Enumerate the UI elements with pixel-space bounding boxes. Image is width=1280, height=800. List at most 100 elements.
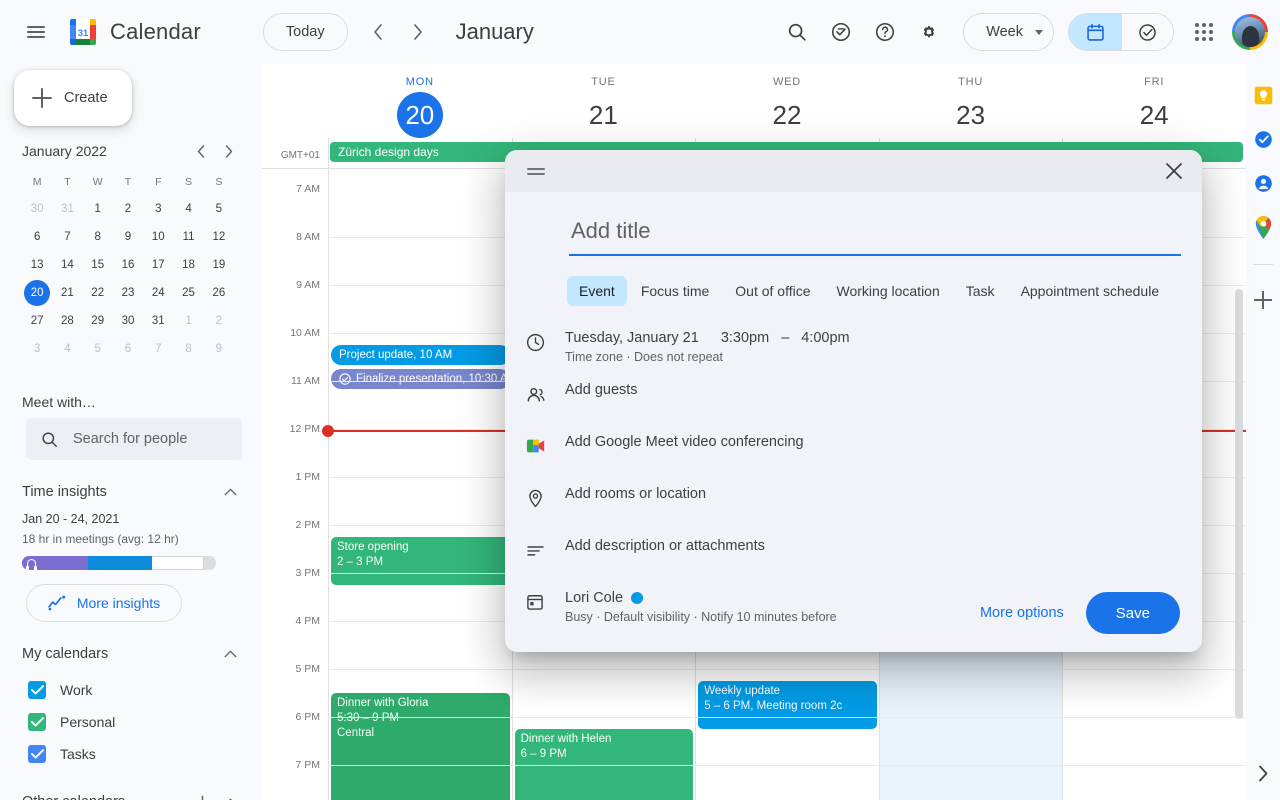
calendar-event[interactable]: Project update, 10 AM [331,345,510,365]
tasks-view-toggle[interactable] [1121,14,1173,50]
calendar-event[interactable]: Store opening2 – 3 PM [331,537,510,585]
mini-calendar-day[interactable]: 4 [54,336,80,362]
mini-calendar-day[interactable]: 30 [24,196,50,222]
time-insights-header[interactable]: Time insights [0,472,262,512]
calendar-vertical-scrollbar[interactable] [1235,289,1243,719]
mini-calendar-day[interactable]: 9 [206,336,232,362]
event-type-tab-out-of-office[interactable]: Out of office [723,276,822,306]
mini-calendar-day[interactable]: 28 [54,308,80,334]
my-calendars-collapse-button[interactable] [218,642,242,666]
mini-calendar-day[interactable]: 7 [145,336,171,362]
add-guests-label[interactable]: Add guests [565,382,1180,398]
mini-calendar-day[interactable]: 3 [145,196,171,222]
event-date[interactable]: Tuesday, January 21 [565,330,699,346]
mini-calendar-day[interactable]: 21 [54,280,80,306]
add-other-calendar-button[interactable] [190,790,214,800]
mini-calendar-day[interactable]: 24 [145,280,171,306]
search-button[interactable] [777,12,817,52]
add-location-row[interactable]: Add rooms or location [569,486,1180,530]
event-type-tab-working-location[interactable]: Working location [825,276,952,306]
create-button[interactable]: Create [14,70,132,126]
calendar-list-item[interactable]: Work [0,674,262,706]
mini-calendar-day[interactable]: 25 [176,280,202,306]
drag-handle-icon[interactable] [527,165,545,178]
event-end-time[interactable]: 4:00pm [801,330,849,346]
mini-calendar-day[interactable]: 1 [176,308,202,334]
event-datetime-row[interactable]: Tuesday, January 21 3:30pm – 4:00pm Time… [569,330,1180,374]
google-contacts-icon[interactable] [1252,172,1274,194]
settings-button[interactable] [909,12,949,52]
avatar[interactable] [1232,14,1268,50]
calendar-event[interactable]: Dinner with Gloria5:30 – 9 PMCentral [331,693,510,800]
mini-calendar-day[interactable]: 12 [206,224,232,250]
event-owner-name[interactable]: Lori Cole [565,590,623,606]
mini-calendar-day[interactable]: 2 [115,196,141,222]
mini-calendar-day[interactable]: 31 [145,308,171,334]
calendar-list-item[interactable]: Personal [0,706,262,738]
day-number[interactable]: 24 [1131,92,1177,138]
google-maps-icon[interactable] [1252,216,1274,238]
mini-calendar-day[interactable]: 9 [115,224,141,250]
mini-calendar-day[interactable]: 13 [24,252,50,278]
today-button[interactable]: Today [263,13,348,51]
mini-calendar-day[interactable]: 5 [85,336,111,362]
save-button[interactable]: Save [1086,592,1180,634]
mini-calendar-day[interactable]: 6 [24,224,50,250]
mini-calendar-day[interactable]: 5 [206,196,232,222]
add-guests-row[interactable]: Add guests [569,382,1180,426]
dialog-drag-bar[interactable] [505,150,1202,192]
mini-calendar-day[interactable]: 17 [145,252,171,278]
calendar-checkbox[interactable] [28,681,46,699]
event-title-input[interactable] [569,214,1181,256]
main-menu-icon[interactable] [16,12,56,52]
mini-calendar-day[interactable]: 18 [176,252,202,278]
day-number[interactable]: 22 [764,92,810,138]
calendar-event[interactable]: Finalize presentation, 10:30 AM [331,369,510,389]
my-calendars-header[interactable]: My calendars [0,634,262,674]
mini-calendar-day[interactable]: 20 [24,280,50,306]
mini-calendar-day[interactable]: 14 [54,252,80,278]
expand-side-panel-button[interactable] [1258,765,1269,786]
day-column-mon[interactable]: Project update, 10 AM Finalize presentati… [328,169,512,800]
add-description-label[interactable]: Add description or attachments [565,538,1180,554]
mini-calendar-day[interactable]: 15 [85,252,111,278]
day-header-mon[interactable]: MON20 [328,64,512,138]
mini-calendar-day[interactable]: 29 [85,308,111,334]
support-button[interactable] [821,12,861,52]
add-app-button[interactable] [1254,291,1272,309]
mini-calendar-day[interactable]: 31 [54,196,80,222]
event-timezone-repeat[interactable]: Time zone · Does not repeat [565,350,1180,364]
more-insights-button[interactable]: More insights [26,584,182,622]
event-start-time[interactable]: 3:30pm [721,330,769,346]
google-apps-button[interactable] [1184,12,1224,52]
add-location-label[interactable]: Add rooms or location [565,486,1180,502]
time-insights-collapse-button[interactable] [218,480,242,504]
day-header-wed[interactable]: WED22 [695,64,879,138]
calendar-list-item[interactable]: Tasks [0,738,262,770]
mini-calendar-next-button[interactable] [216,138,242,164]
add-meet-label[interactable]: Add Google Meet video conferencing [565,434,1180,450]
previous-period-button[interactable] [358,12,398,52]
search-people-input[interactable] [73,431,223,447]
mini-calendar-day[interactable]: 10 [145,224,171,250]
mini-calendar-day[interactable]: 26 [206,280,232,306]
event-type-tab-event[interactable]: Event [567,276,627,306]
mini-calendar-day[interactable]: 30 [115,308,141,334]
day-header-tue[interactable]: TUE21 [512,64,696,138]
add-meet-row[interactable]: Add Google Meet video conferencing [569,434,1180,478]
mini-calendar-day[interactable]: 19 [206,252,232,278]
mini-calendar-day[interactable]: 8 [85,224,111,250]
calendar-event[interactable]: Weekly update5 – 6 PM, Meeting room 2c [698,681,877,729]
google-keep-icon[interactable] [1252,84,1274,106]
mini-calendar-day[interactable]: 22 [85,280,111,306]
mini-calendar-day[interactable]: 16 [115,252,141,278]
mini-calendar-day[interactable]: 3 [24,336,50,362]
calendar-checkbox[interactable] [28,745,46,763]
search-for-people-field[interactable] [26,418,242,460]
mini-calendar-prev-button[interactable] [188,138,214,164]
event-type-tab-focus-time[interactable]: Focus time [629,276,721,306]
mini-calendar-day[interactable]: 8 [176,336,202,362]
calendar-view-toggle[interactable] [1069,14,1121,50]
day-header-fri[interactable]: FRI24 [1062,64,1246,138]
help-button[interactable] [865,12,905,52]
